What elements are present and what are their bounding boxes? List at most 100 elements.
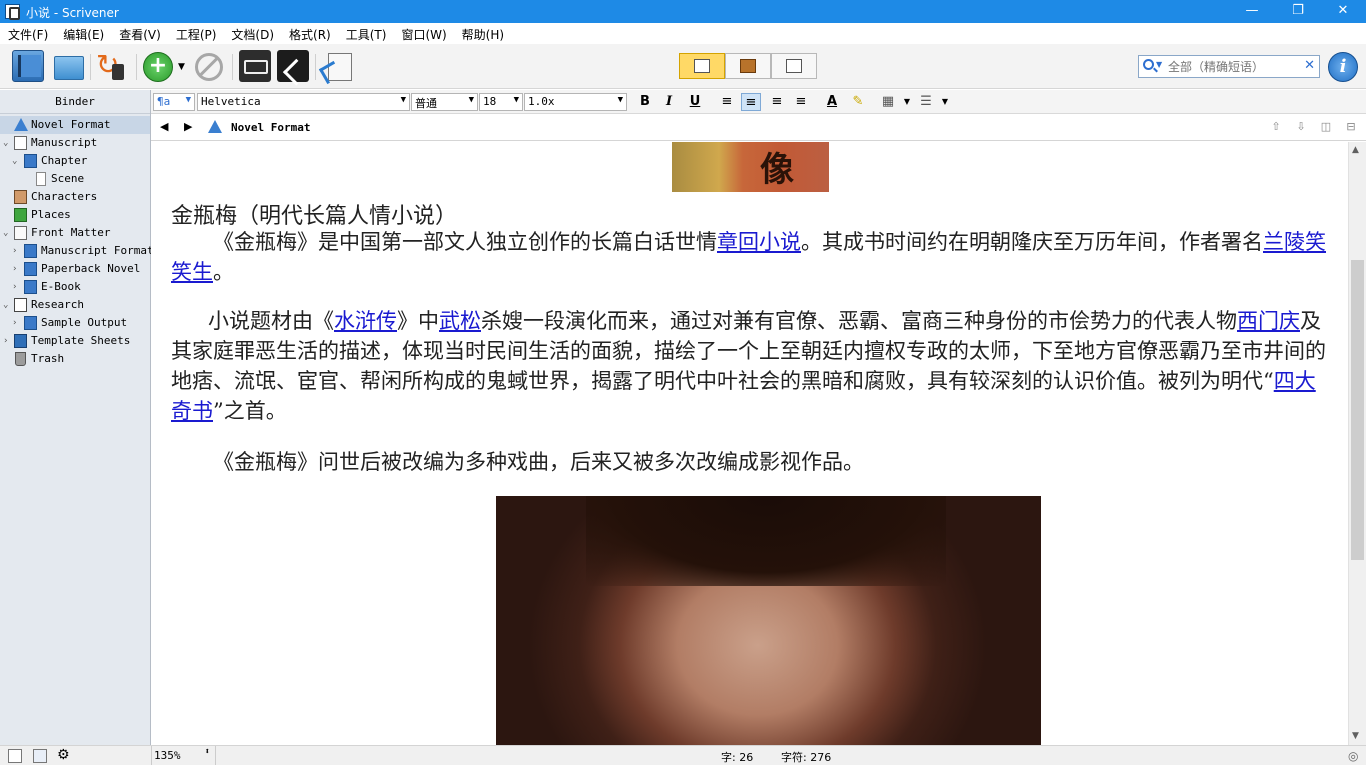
text-color-icon[interactable]: A <box>822 93 842 111</box>
font-size-select[interactable]: 18 ▼ <box>479 93 523 111</box>
add-folder-icon[interactable] <box>33 749 47 763</box>
chevron-right-icon[interactable]: › <box>12 278 22 296</box>
text-editor[interactable]: 像 金瓶梅（明代长篇人情小说） 《金瓶梅》是中国第一部文人独立创作的长篇白话世情… <box>151 142 1348 745</box>
binder-item-label: Places <box>31 208 71 221</box>
chevron-down-icon: ▼ <box>468 95 474 105</box>
toolbar-divider <box>136 54 137 80</box>
binder-item-places[interactable]: Places <box>0 206 150 224</box>
chevron-down-icon[interactable]: ▼ <box>1156 60 1162 69</box>
binder-item-manuscript[interactable]: ⌄ Manuscript <box>0 134 150 152</box>
character-count: 字符: 276 <box>781 751 832 764</box>
compile-icon[interactable] <box>322 50 354 82</box>
outliner-view-button[interactable] <box>771 53 817 79</box>
menu-edit[interactable]: 编辑(E) <box>55 23 111 43</box>
binder-item-ebook[interactable]: › E-Book <box>0 278 150 296</box>
binder-item-sample-output[interactable]: › Sample Output <box>0 314 150 332</box>
chevron-down-icon[interactable]: ▼ <box>178 62 188 72</box>
italic-icon[interactable]: I <box>659 93 679 111</box>
link-ximenqing[interactable]: 西门庆 <box>1237 309 1300 333</box>
underline-icon[interactable]: U <box>685 93 705 111</box>
binder-item-paperback-novel[interactable]: › Paperback Novel <box>0 260 150 278</box>
binder-item-characters[interactable]: Characters <box>0 188 150 206</box>
previous-document-icon[interactable]: ⇧ <box>1269 120 1283 134</box>
scroll-down-icon[interactable]: ▼ <box>1352 731 1359 741</box>
chevron-right-icon[interactable]: › <box>12 314 22 332</box>
binder-toggle-icon[interactable] <box>12 50 44 82</box>
next-document-icon[interactable]: ⇩ <box>1294 120 1308 134</box>
table-icon[interactable]: ▦ <box>878 93 898 111</box>
menu-view[interactable]: 查看(V) <box>111 23 168 43</box>
link-wusong[interactable]: 武松 <box>439 309 481 333</box>
paragraph-style-select[interactable]: ¶a ▼ <box>153 93 195 111</box>
align-center-icon[interactable]: ≡ <box>741 93 761 111</box>
folder-icon <box>24 244 37 258</box>
inspector-info-icon[interactable]: i <box>1328 52 1358 82</box>
split-horizontal-icon[interactable]: ⊟ <box>1344 120 1358 134</box>
font-family-select[interactable]: Helvetica ▼ <box>197 93 410 111</box>
chevron-down-icon[interactable]: ▼ <box>935 93 955 111</box>
binder-item-scene[interactable]: Scene <box>0 170 150 188</box>
target-icon[interactable]: ◎ <box>1348 749 1362 763</box>
binder-item-research[interactable]: ⌄ Research <box>0 296 150 314</box>
binder-item-novel-format[interactable]: Novel Format <box>0 116 150 134</box>
search-input[interactable] <box>1168 58 1303 75</box>
justify-icon[interactable]: ≡ <box>767 93 787 111</box>
back-arrow-icon[interactable]: ◀ <box>160 120 168 133</box>
menu-project[interactable]: 工程(P) <box>168 23 224 43</box>
minimize-button[interactable]: — <box>1229 0 1275 23</box>
menu-file[interactable]: 文件(F) <box>0 23 55 43</box>
add-document-icon[interactable]: + <box>143 52 173 82</box>
binder-item-template-sheets[interactable]: › Template Sheets <box>0 332 150 350</box>
scrollbar-thumb[interactable] <box>1351 260 1364 560</box>
menu-format[interactable]: 格式(R) <box>281 23 338 43</box>
chevron-right-icon[interactable]: › <box>12 242 22 260</box>
gear-icon[interactable]: ⚙ <box>57 748 71 763</box>
keywords-icon[interactable] <box>239 50 271 82</box>
maximize-button[interactable]: ❐ <box>1275 0 1321 23</box>
editor-scrollbar[interactable]: ▲ ▼ <box>1348 142 1366 745</box>
binder-item-front-matter[interactable]: ⌄ Front Matter <box>0 224 150 242</box>
binder-item-chapter[interactable]: ⌄ Chapter <box>0 152 150 170</box>
document-title[interactable]: Novel Format <box>231 121 310 134</box>
line-spacing-select[interactable]: 1.0x ▼ <box>524 93 627 111</box>
menu-tools[interactable]: 工具(T) <box>338 23 394 43</box>
scroll-up-icon[interactable]: ▲ <box>1352 145 1359 155</box>
chevron-down-icon[interactable]: ⌄ <box>3 224 13 242</box>
align-left-icon[interactable]: ≡ <box>717 93 737 111</box>
stepper-icon[interactable]: ⬍ <box>205 747 210 757</box>
chevron-down-icon[interactable]: ⌄ <box>3 134 13 152</box>
clear-search-icon[interactable]: ✕ <box>1304 58 1315 73</box>
typeface-select[interactable]: 普通 ▼ <box>411 93 478 111</box>
forward-arrow-icon[interactable]: ▶ <box>184 120 192 133</box>
menu-help[interactable]: 帮助(H) <box>454 23 511 43</box>
chevron-right-icon[interactable]: › <box>12 260 22 278</box>
bold-icon[interactable]: B <box>635 93 655 111</box>
scrivenings-view-button[interactable] <box>679 53 725 79</box>
search-icon[interactable] <box>1143 59 1154 70</box>
close-button[interactable]: ✕ <box>1320 0 1366 23</box>
menu-window[interactable]: 窗口(W) <box>393 23 453 43</box>
composition-mode-icon[interactable] <box>277 50 309 82</box>
sync-icon[interactable] <box>96 48 128 82</box>
chevron-down-icon[interactable]: ⌄ <box>3 296 13 314</box>
zoom-select[interactable]: 135% ⬍ <box>151 746 216 765</box>
split-vertical-icon[interactable]: ◫ <box>1319 120 1333 134</box>
binder-item-manuscript-format[interactable]: › Manuscript Format <box>0 242 154 260</box>
binder-item-label: E-Book <box>41 280 81 293</box>
align-right-icon[interactable]: ≡ <box>791 93 811 111</box>
move-to-trash-icon[interactable] <box>195 53 223 81</box>
paragraph-2: 小说题材由《水浒传》中武松杀嫂一段演化而来，通过对兼有官僚、恶霸、富商三种身份的… <box>171 306 1331 426</box>
binder-item-trash[interactable]: Trash <box>0 350 150 368</box>
list-icon[interactable]: ☰ <box>916 93 936 111</box>
collections-icon[interactable] <box>52 50 84 82</box>
add-item-icon[interactable] <box>8 749 22 763</box>
warning-icon <box>208 120 222 133</box>
chevron-down-icon[interactable]: ▼ <box>897 93 917 111</box>
corkboard-view-button[interactable] <box>725 53 771 79</box>
chevron-right-icon[interactable]: › <box>3 332 13 350</box>
menu-document[interactable]: 文档(D) <box>223 23 281 43</box>
chevron-down-icon[interactable]: ⌄ <box>12 152 22 170</box>
link-shuihu[interactable]: 水浒传 <box>334 309 397 333</box>
highlight-icon[interactable]: ✎ <box>848 93 868 111</box>
link-zhanghui-xiaoshuo[interactable]: 章回小说 <box>717 230 801 254</box>
